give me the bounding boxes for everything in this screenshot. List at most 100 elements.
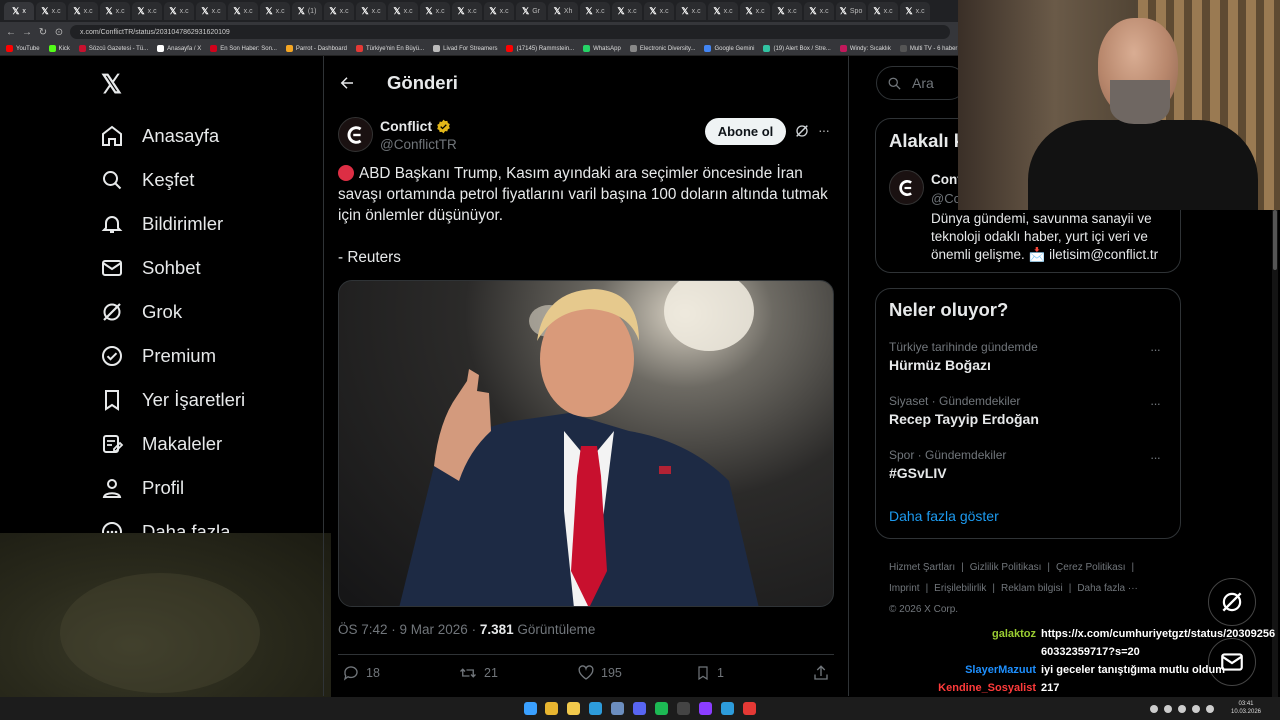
post-time[interactable]: ÖS 7:42 · 9 Mar 2026 · [338, 622, 480, 637]
author-name-row[interactable]: Conflict [380, 118, 451, 134]
browser-tab[interactable]: 𝕏x.c [452, 2, 482, 20]
browser-tab[interactable]: 𝕏x.c [484, 2, 514, 20]
wifi-icon[interactable] [1164, 705, 1172, 713]
browser-tab[interactable]: 𝕏x.c [740, 2, 770, 20]
author-avatar[interactable] [338, 117, 373, 152]
browser-tab[interactable]: 𝕏 Spo [836, 2, 866, 20]
browser-tab[interactable]: 𝕏x.c [260, 2, 290, 20]
bookmark-item[interactable]: Multi TV - 6 haber [899, 45, 957, 52]
browser-tab[interactable]: 𝕏x.c [132, 2, 162, 20]
nav-item[interactable]: Bildirimler [100, 202, 245, 246]
trend-more-icon[interactable]: ··· [1150, 450, 1161, 465]
site-info-icon[interactable]: ⊙ [54, 27, 64, 38]
scrollbar[interactable] [1272, 210, 1278, 697]
browser-tab[interactable]: 𝕏x.c [900, 2, 930, 20]
volume-icon[interactable] [1178, 705, 1186, 713]
browser-tab[interactable]: 𝕏x.c [388, 2, 418, 20]
follow-button[interactable]: Abone ol [705, 118, 786, 145]
back-arrow-icon[interactable] [338, 74, 356, 92]
x-logo-icon[interactable]: 𝕏 [101, 71, 125, 97]
browser-tab[interactable]: 𝕏x.c [356, 2, 386, 20]
show-more-link[interactable]: Daha fazla göster [889, 508, 999, 524]
related-handle[interactable]: @Co [931, 191, 961, 206]
bookmark-item[interactable]: (19) Alert Box / Stre... [763, 45, 831, 52]
back-icon[interactable]: ← [6, 27, 16, 38]
chevron-up-icon[interactable] [1150, 705, 1158, 713]
browser-tab[interactable]: 𝕏x.c [772, 2, 802, 20]
share-button[interactable] [812, 664, 830, 682]
browser-tab[interactable]: 𝕏x.c [324, 2, 354, 20]
search-input[interactable]: Ara [876, 66, 966, 100]
obs-icon[interactable] [677, 702, 690, 715]
footer-link[interactable]: Erişilebilirlik [934, 583, 986, 594]
browser-tab[interactable]: 𝕏x.c [868, 2, 898, 20]
edge-icon[interactable] [589, 702, 602, 715]
footer-link[interactable]: Daha fazla ··· [1077, 583, 1138, 594]
bookmark-item[interactable]: Anasayfa / X [157, 45, 201, 52]
more-options-icon[interactable]: ··· [818, 122, 830, 138]
bookmark-item[interactable]: (17145) Rammstein... [506, 45, 574, 52]
windows-start-icon[interactable] [524, 702, 537, 715]
trend-more-icon[interactable]: ··· [1150, 342, 1161, 357]
browser-tab[interactable]: 𝕏x.c [228, 2, 258, 20]
browser-tab[interactable]: 𝕏x.c [68, 2, 98, 20]
browser-tab[interactable]: 𝕏x.c [164, 2, 194, 20]
browser-tab[interactable]: 𝕏 Xh [548, 2, 578, 20]
bookmark-item[interactable]: Livad For Streamers [433, 45, 497, 52]
browser-tab[interactable]: 𝕏x.c [708, 2, 738, 20]
footer-link[interactable]: Çerez Politikası [1056, 562, 1125, 573]
author-handle[interactable]: @ConflictTR [380, 137, 457, 152]
trend-more-icon[interactable]: ··· [1150, 396, 1161, 411]
bookmark-button[interactable]: 1 [695, 664, 724, 682]
nav-item[interactable]: Makaleler [100, 422, 245, 466]
steam-icon[interactable] [611, 702, 624, 715]
browser-tab[interactable]: 𝕏x.c [196, 2, 226, 20]
bookmark-item[interactable]: En Son Haber: Son... [210, 45, 277, 52]
bookmark-item[interactable]: WhatsApp [583, 45, 621, 52]
discord-icon[interactable] [633, 702, 646, 715]
bookmark-item[interactable]: Google Gemini [704, 45, 754, 52]
grok-fab-button[interactable] [1208, 578, 1256, 626]
author-name[interactable]: Conflict [380, 118, 432, 134]
browser-tab[interactable]: 𝕏 (1) [292, 2, 322, 20]
reply-button[interactable]: 18 [342, 664, 380, 682]
like-button[interactable]: 195 [577, 664, 622, 682]
footer-link[interactable]: Hizmet Şartları [889, 562, 955, 573]
browser-tab[interactable]: 𝕏x.c [100, 2, 130, 20]
bookmark-item[interactable]: Türkiye'nin En Büyü... [355, 45, 424, 52]
trend-item[interactable]: Spor · Gündemdekiler #GSvLIV [889, 448, 1006, 481]
footer-link[interactable]: Reklam bilgisi [1001, 583, 1063, 594]
related-avatar[interactable] [889, 170, 924, 205]
footer-link[interactable]: Imprint [889, 583, 920, 594]
forward-icon[interactable]: → [22, 27, 32, 38]
app-icon[interactable] [699, 702, 712, 715]
nav-item[interactable]: Anasayfa [100, 114, 245, 158]
nav-item[interactable]: Profil [100, 466, 245, 510]
chrome-icon[interactable] [743, 702, 756, 715]
app-icon[interactable] [721, 702, 734, 715]
post-image[interactable] [338, 280, 834, 607]
trend-item[interactable]: Türkiye tarihinde gündemde Hürmüz Boğazı [889, 340, 1038, 373]
chrome-icon[interactable] [545, 702, 558, 715]
messages-fab-button[interactable] [1208, 638, 1256, 686]
browser-tab[interactable]: 𝕏 Gr [516, 2, 546, 20]
browser-tab[interactable]: 𝕏x [4, 2, 34, 20]
grok-icon[interactable] [794, 123, 810, 139]
nav-item[interactable]: Yer İşaretleri [100, 378, 245, 422]
taskbar-clock[interactable]: 03:41 10.03.2026 [1226, 700, 1266, 716]
nav-item[interactable]: Keşfet [100, 158, 245, 202]
battery-icon[interactable] [1192, 705, 1200, 713]
url-field[interactable]: x.com/ConflictTR/status/2031047862931620… [70, 25, 950, 39]
keyboard-icon[interactable] [1206, 705, 1214, 713]
nav-item[interactable]: Premium [100, 334, 245, 378]
reload-icon[interactable]: ↻ [38, 27, 48, 38]
file-explorer-icon[interactable] [567, 702, 580, 715]
nav-item[interactable]: Grok [100, 290, 245, 334]
bookmark-item[interactable]: YouTube [6, 45, 40, 52]
browser-tab[interactable]: 𝕏x.c [804, 2, 834, 20]
spotify-icon[interactable] [655, 702, 668, 715]
bookmark-item[interactable]: Electronic Diversity... [629, 45, 695, 52]
browser-tab[interactable]: 𝕏x.c [612, 2, 642, 20]
browser-tab[interactable]: 𝕏x.c [36, 2, 66, 20]
browser-tab[interactable]: 𝕏x.c [420, 2, 450, 20]
